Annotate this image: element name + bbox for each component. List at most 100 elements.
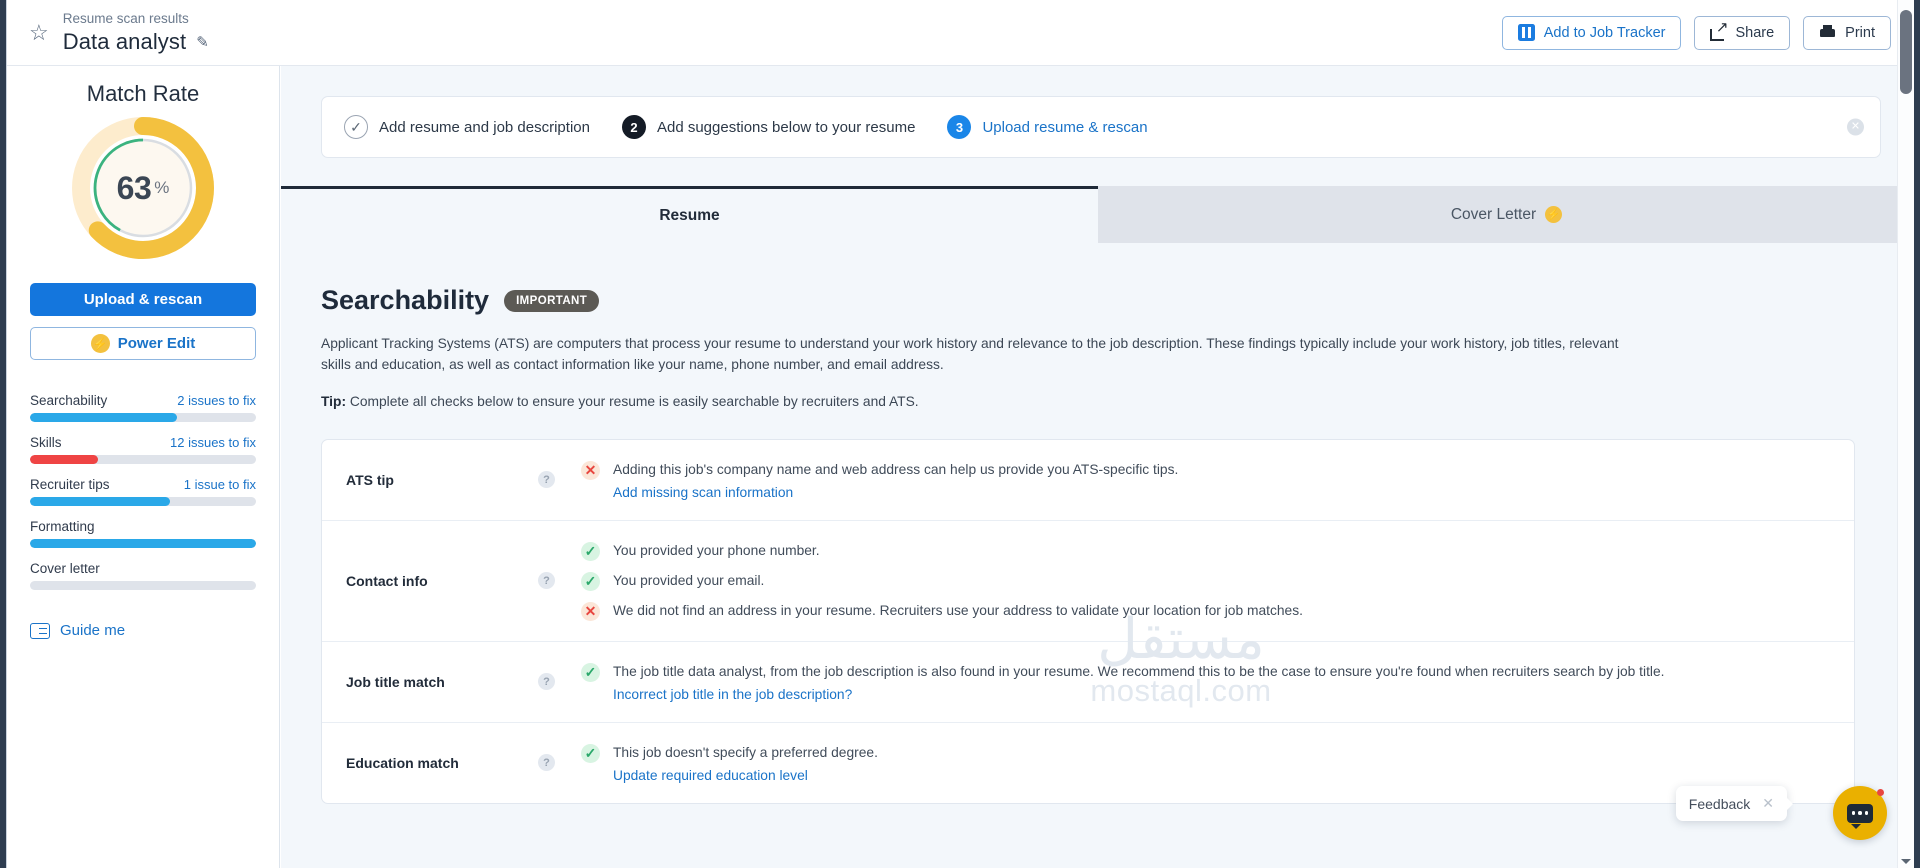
add-to-job-tracker-label: Add to Job Tracker (1543, 24, 1666, 41)
meter-formatting[interactable]: Formatting (30, 519, 256, 548)
share-label: Share (1735, 24, 1775, 41)
close-icon[interactable]: ✕ (1847, 118, 1864, 136)
gauge-percent-symbol: % (154, 178, 170, 197)
check-text: We did not find an address in your resum… (613, 602, 1303, 618)
chat-bubble-icon (1847, 803, 1873, 829)
meter-track (30, 581, 256, 590)
check-icon: ✓ (581, 743, 600, 763)
step-3-bubble: 3 (947, 115, 972, 139)
check-item: ✓ You provided your phone number. (581, 541, 1854, 561)
check-item: ✕ We did not find an address in your res… (581, 601, 1854, 621)
section-tip-label: Tip: (321, 393, 347, 409)
check-text: You provided your phone number. (613, 542, 820, 558)
cross-icon: ✕ (581, 460, 600, 480)
meter-searchability[interactable]: Searchability 2 issues to fix (30, 393, 256, 422)
check-text: This job doesn't specify a preferred deg… (613, 744, 878, 760)
tab-cover-letter-label: Cover Letter (1450, 205, 1537, 223)
feedback-label: Feedback (1688, 795, 1751, 812)
tab-bar: Resume Cover Letter ⚡ (281, 186, 1914, 243)
match-rate-gauge: 63 % (30, 115, 256, 261)
sidebar: Match Rate 63 % Upload & rescan ⚡ Power … (7, 66, 280, 868)
guide-me-button[interactable]: Guide me (30, 622, 256, 639)
status-badge: IMPORTANT (504, 289, 600, 312)
score-meters: Searchability 2 issues to fix Skills 12 … (30, 393, 256, 590)
power-edit-button[interactable]: ⚡ Power Edit (30, 327, 256, 360)
meter-track (30, 455, 256, 464)
tab-resume-label: Resume (659, 207, 720, 224)
check-row-contact-info: Contact info ? ✓ You provided your phone… (322, 519, 1854, 641)
bolt-icon: ⚡ (1545, 206, 1563, 223)
share-button[interactable]: Share (1694, 15, 1791, 50)
meter-fill (30, 455, 98, 464)
tab-cover-letter[interactable]: Cover Letter ⚡ (1098, 186, 1914, 243)
meter-fill (30, 497, 171, 506)
check-item: ✓ The job title data analyst, from the j… (581, 662, 1854, 702)
section-head: Searchability IMPORTANT (321, 285, 1855, 316)
scrollbar-thumb[interactable] (1900, 10, 1912, 94)
print-label: Print (1845, 24, 1875, 41)
pencil-icon[interactable]: ✎ (196, 33, 209, 51)
check-item: ✓ This job doesn't specify a preferred d… (581, 743, 1854, 783)
meter-issues[interactable]: 1 issue to fix (184, 477, 256, 492)
check-item: ✕ Adding this job's company name and web… (581, 460, 1854, 500)
meter-track (30, 539, 256, 548)
checks-card: ATS tip ? ✕ Adding this job's company na… (321, 438, 1855, 804)
searchability-section: Searchability IMPORTANT Applicant Tracki… (281, 243, 1914, 409)
help-icon[interactable]: ? (538, 673, 555, 691)
meter-label: Skills (30, 435, 62, 450)
check-icon: ✓ (581, 541, 600, 561)
meter-cover-letter[interactable]: Cover letter (30, 561, 256, 590)
step-2[interactable]: 2 Add suggestions below to your resume (621, 115, 915, 139)
help-icon[interactable]: ? (538, 471, 555, 489)
tab-resume[interactable]: Resume (281, 186, 1098, 243)
check-link[interactable]: Incorrect job title in the job descripti… (613, 687, 1665, 702)
meter-label: Searchability (30, 393, 108, 408)
section-description: Applicant Tracking Systems (ATS) are com… (321, 336, 1619, 372)
match-rate-title: Match Rate (86, 81, 200, 106)
print-button[interactable]: Print (1803, 15, 1891, 50)
vertical-scrollbar[interactable] (1897, 0, 1914, 868)
check-items: ✓ You provided your phone number. ✓ You … (581, 541, 1854, 621)
section-tip: Tip: Complete all checks below to ensure… (321, 394, 1855, 409)
print-icon (1819, 25, 1836, 40)
meter-recruiter-tips[interactable]: Recruiter tips 1 issue to fix (30, 477, 256, 506)
help-icon[interactable]: ? (538, 572, 555, 590)
check-icon: ✓ (581, 571, 600, 591)
breadcrumb: Resume scan results (62, 10, 189, 26)
check-item: ✓ You provided your email. (581, 571, 1854, 591)
job-tracker-icon (1517, 24, 1535, 41)
upload-and-rescan-button[interactable]: Upload & rescan (30, 283, 256, 316)
check-name: ATS tip (346, 471, 394, 488)
meter-issues[interactable]: 2 issues to fix (177, 393, 256, 408)
check-name: Job title match (346, 673, 445, 690)
check-row-ats-tip: ATS tip ? ✕ Adding this job's company na… (322, 440, 1854, 520)
help-icon[interactable]: ? (538, 754, 555, 772)
step-1-label: Add resume and job description (379, 118, 590, 136)
check-link[interactable]: Update required education level (613, 768, 878, 783)
guide-me-label: Guide me (60, 622, 126, 639)
step-3[interactable]: 3 Upload resume & rescan (947, 115, 1148, 139)
step-1[interactable]: ✓ Add resume and job description (344, 115, 590, 139)
step-2-bubble: 2 (621, 115, 646, 139)
star-icon[interactable]: ☆ (29, 21, 49, 44)
meter-issues[interactable]: 12 issues to fix (170, 435, 256, 450)
chat-button[interactable] (1833, 786, 1887, 840)
meter-skills[interactable]: Skills 12 issues to fix (30, 435, 256, 464)
meter-label: Cover letter (30, 561, 100, 576)
top-bar: ☆ Resume scan results Data analyst ✎ Add… (7, 0, 1914, 66)
check-link[interactable]: Add missing scan information (613, 485, 1178, 500)
app-window: ☆ Resume scan results Data analyst ✎ Add… (6, 0, 1914, 868)
step-3-label[interactable]: Upload resume & rescan (982, 119, 1147, 136)
meter-fill (30, 413, 177, 422)
check-items: ✓ The job title data analyst, from the j… (581, 662, 1854, 702)
add-to-job-tracker-button[interactable]: Add to Job Tracker (1501, 15, 1682, 50)
check-text: You provided your email. (613, 572, 765, 588)
feedback-tooltip: Feedback ✕ (1675, 786, 1794, 821)
cross-icon: ✕ (581, 601, 600, 621)
step-1-bubble: ✓ (344, 115, 368, 139)
meter-fill (30, 539, 256, 548)
section-title: Searchability (321, 285, 490, 315)
check-icon: ✓ (581, 662, 600, 682)
scroll-down-arrow[interactable] (1901, 859, 1911, 864)
close-icon[interactable]: ✕ (1762, 795, 1774, 812)
